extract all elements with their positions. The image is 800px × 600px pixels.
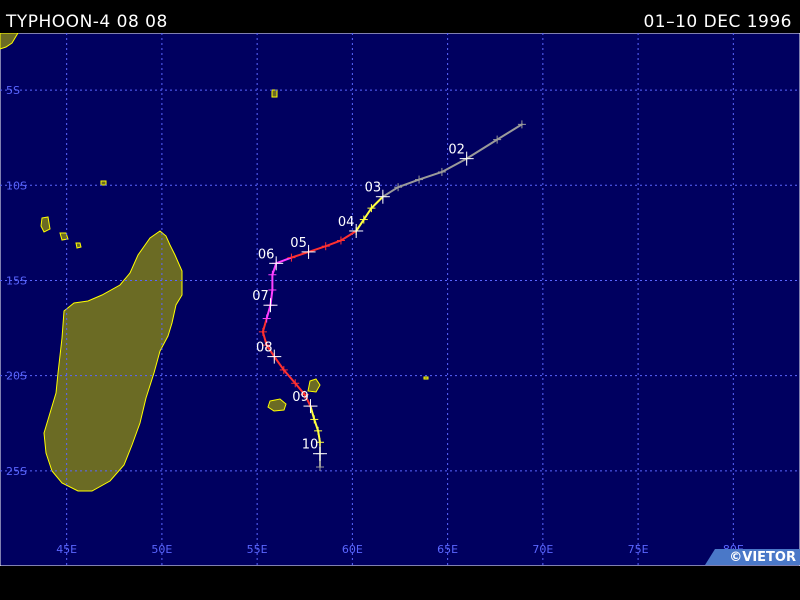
storm-title: TYPHOON-4 08 08 <box>6 12 168 32</box>
day-label: 02 <box>448 143 465 158</box>
day-label: 03 <box>365 181 382 196</box>
seychelles <box>271 89 278 98</box>
day-label: 08 <box>256 341 273 356</box>
lat-tick-label: 5S <box>6 84 20 97</box>
lat-tick-label: 10S <box>6 179 27 192</box>
lon-tick-label: 70E <box>532 543 553 556</box>
comoros-grande <box>40 216 51 233</box>
date-range: 01–10 DEC 1996 <box>643 12 792 32</box>
lon-tick-label: 65E <box>437 543 458 556</box>
lon-tick-label: 55E <box>247 543 268 556</box>
lon-tick-label: 75E <box>628 543 649 556</box>
agalega <box>100 180 107 186</box>
lon-tick-label: 45E <box>56 543 77 556</box>
day-label: 09 <box>292 390 309 405</box>
lat-tick-label: 25S <box>6 465 27 478</box>
mayotte <box>75 242 82 249</box>
lon-tick-label: 60E <box>342 543 363 556</box>
day-label: 07 <box>252 289 269 304</box>
track-map: 45E50E55E60E65E70E75E80E5S10S15S20S25S 0… <box>0 33 800 566</box>
day-label: 04 <box>338 215 355 230</box>
day-label: 06 <box>258 247 275 262</box>
day-label: 10 <box>302 438 319 453</box>
lat-tick-label: 20S <box>6 370 27 383</box>
day-label: 05 <box>290 236 307 251</box>
vietor-credit: ©VIETOR <box>705 549 800 565</box>
lon-tick-label: 50E <box>151 543 172 556</box>
tromelin <box>423 376 429 380</box>
lat-tick-label: 15S <box>6 274 27 287</box>
